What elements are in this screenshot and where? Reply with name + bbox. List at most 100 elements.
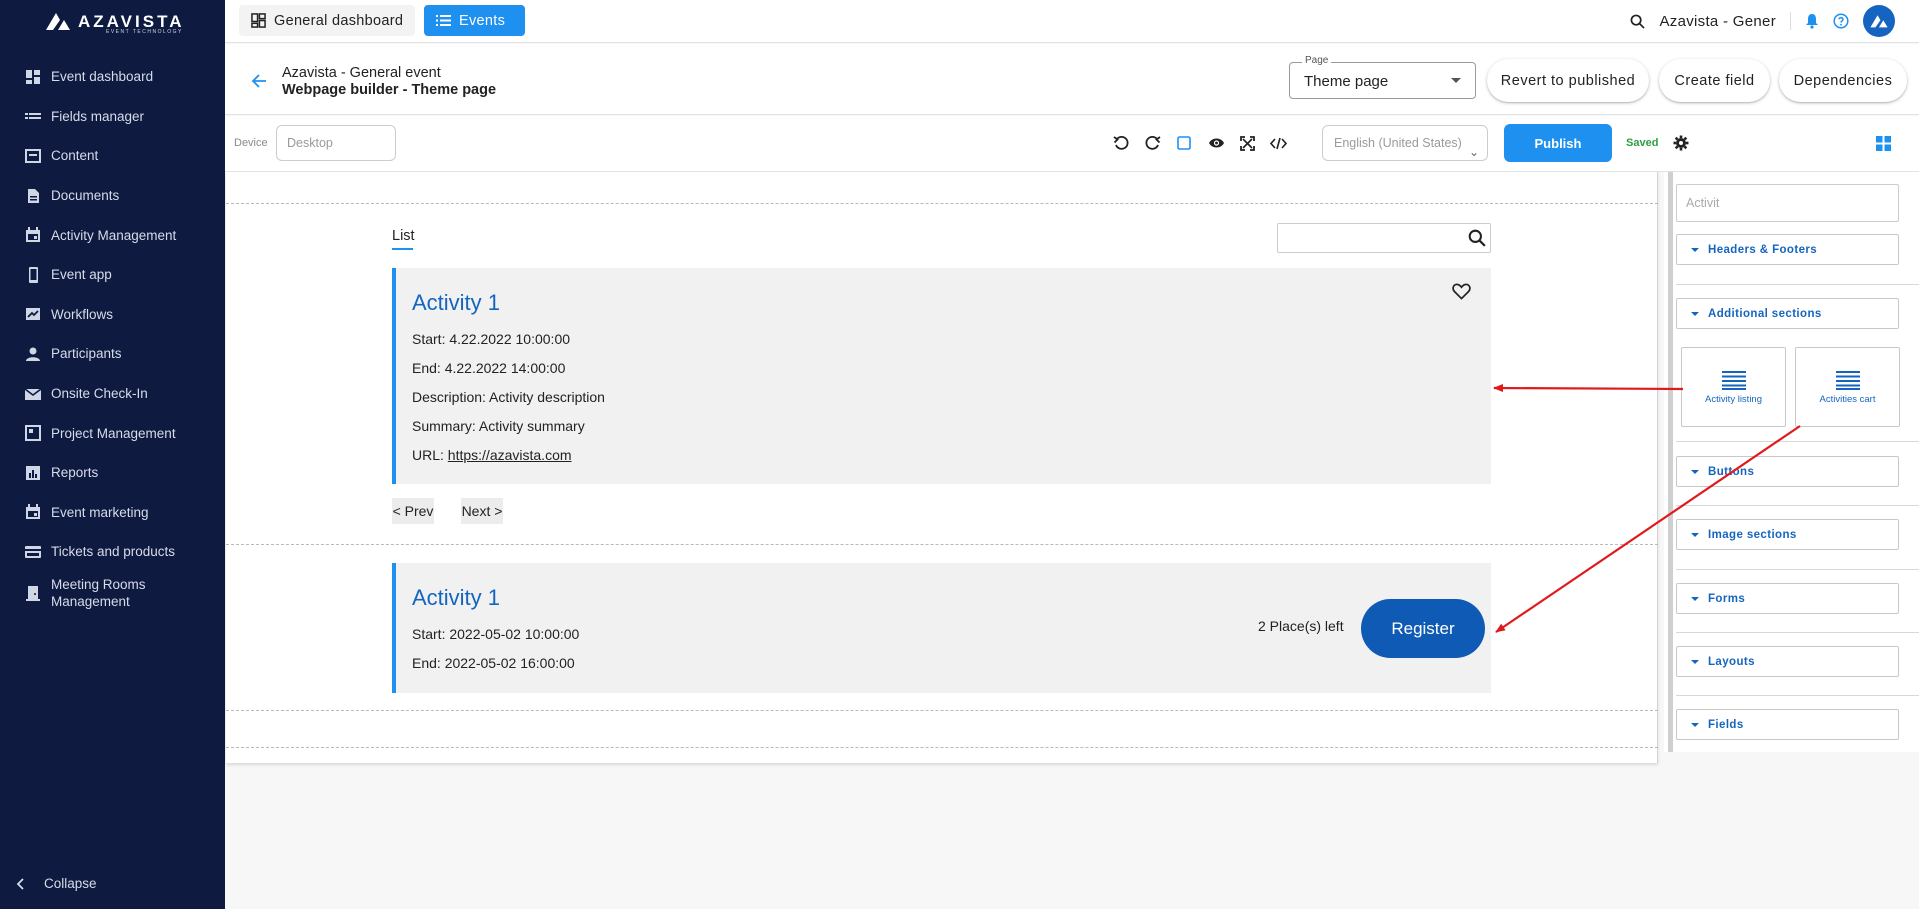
- blocks-grid-icon[interactable]: [1873, 133, 1893, 153]
- publish-button[interactable]: Publish: [1504, 124, 1612, 162]
- sidebar-item-label: Fields manager: [51, 108, 145, 124]
- divider: [1676, 695, 1919, 696]
- prev-page-button[interactable]: < Prev: [392, 498, 434, 524]
- bell-icon[interactable]: [1805, 13, 1819, 29]
- sidebar-item-meeting-rooms-management[interactable]: Meeting Rooms Management: [0, 572, 225, 614]
- outline-toggle-icon[interactable]: [1174, 133, 1194, 153]
- sidebar-item-label: Participants: [51, 346, 122, 362]
- caret-down-icon: [1691, 247, 1699, 252]
- list-icon: [436, 15, 451, 26]
- preview-eye-icon[interactable]: [1206, 133, 1226, 153]
- chevron-left-icon: [16, 877, 24, 890]
- page-select[interactable]: Page Theme page: [1289, 55, 1476, 99]
- reports-icon: [24, 464, 41, 481]
- device-label: Device: [234, 137, 268, 149]
- tab-list[interactable]: List: [392, 228, 415, 244]
- section-buttons[interactable]: Buttons: [1676, 456, 1899, 487]
- block-activity-listing[interactable]: Activity listing: [1681, 347, 1786, 427]
- collapse-button[interactable]: Collapse: [16, 876, 97, 891]
- divider: [1676, 284, 1919, 285]
- calendar-icon: [24, 227, 41, 244]
- room-icon: [24, 584, 41, 601]
- code-icon[interactable]: [1268, 133, 1288, 153]
- undo-icon[interactable]: [1111, 133, 1131, 153]
- save-status: Saved: [1626, 137, 1659, 149]
- activity-url-link[interactable]: https://azavista.com: [448, 447, 572, 463]
- event-title: Azavista - General event: [282, 65, 441, 81]
- azavista-logo-icon: [1870, 15, 1888, 28]
- create-field-button[interactable]: Create field: [1659, 59, 1770, 102]
- events-button[interactable]: Events: [424, 5, 525, 36]
- device-select[interactable]: Desktop: [276, 125, 396, 161]
- section-forms[interactable]: Forms: [1676, 583, 1899, 614]
- fullscreen-icon[interactable]: [1237, 133, 1257, 153]
- sidebar-item-label: Content: [51, 148, 99, 164]
- heart-icon[interactable]: [1452, 283, 1471, 300]
- sidebar-item-event-dashboard[interactable]: Event dashboard: [0, 57, 225, 97]
- caret-down-icon: [1691, 532, 1699, 537]
- sidebar-item-participants[interactable]: Participants: [0, 334, 225, 374]
- brand-tagline: EVENT TECHNOLOGY: [106, 29, 183, 35]
- avatar[interactable]: [1863, 5, 1895, 37]
- revert-to-published-button[interactable]: Revert to published: [1487, 59, 1649, 102]
- blocks-filter-input[interactable]: Activit: [1676, 184, 1899, 222]
- sidebar-item-label: Event marketing: [51, 504, 149, 520]
- section-divider: [226, 710, 1658, 711]
- next-page-button[interactable]: Next >: [461, 498, 503, 524]
- page-header: Azavista - General event Webpage builder…: [225, 44, 1919, 115]
- sidebar-item-tickets-and-products[interactable]: Tickets and products: [0, 532, 225, 572]
- section-fields[interactable]: Fields: [1676, 709, 1899, 740]
- collapse-label: Collapse: [44, 876, 97, 891]
- sidebar-item-label: Meeting Rooms Management: [51, 576, 146, 609]
- activity-title: Activity 1: [412, 290, 501, 315]
- sidebar-item-project-management[interactable]: Project Management: [0, 413, 225, 453]
- section-divider: [226, 747, 1658, 748]
- sidebar-item-workflows[interactable]: Workflows: [0, 295, 225, 335]
- caret-down-icon: [1691, 469, 1699, 474]
- top-bar: General dashboard Events Azavista - Gene…: [225, 0, 1919, 43]
- general-dashboard-button[interactable]: General dashboard: [239, 5, 416, 36]
- person-icon: [24, 345, 41, 362]
- arrow-back-icon[interactable]: [251, 73, 267, 89]
- section-divider: [226, 203, 1658, 204]
- redo-icon[interactable]: [1143, 133, 1163, 153]
- organization-name[interactable]: Azavista - Gener: [1659, 13, 1776, 30]
- section-headers-footers[interactable]: Headers & Footers: [1676, 234, 1899, 265]
- brand-logo[interactable]: AZAVISTA EVENT TECHNOLOGY: [44, 8, 204, 35]
- dependencies-button[interactable]: Dependencies: [1779, 59, 1907, 102]
- places-left: 2 Place(s) left: [1258, 618, 1344, 634]
- block-activities-cart[interactable]: Activities cart: [1795, 347, 1900, 427]
- sidebar-item-label: Event app: [51, 267, 112, 283]
- activity-search-input[interactable]: [1277, 223, 1491, 253]
- search-icon[interactable]: [1468, 229, 1486, 247]
- section-divider: [226, 544, 1658, 545]
- help-icon[interactable]: [1833, 13, 1849, 29]
- general-dashboard-label: General dashboard: [274, 12, 404, 29]
- page-select-value: Theme page: [1304, 73, 1389, 90]
- top-bar-right: Azavista - Gener: [1630, 5, 1895, 37]
- section-image-sections[interactable]: Image sections: [1676, 519, 1899, 550]
- sidebar-item-onsite-check-in[interactable]: Onsite Check-In: [0, 374, 225, 414]
- sidebar-item-documents[interactable]: Documents: [0, 176, 225, 216]
- divider: [1790, 12, 1791, 30]
- language-select[interactable]: English (United States) ⌄: [1322, 125, 1488, 161]
- section-layouts[interactable]: Layouts: [1676, 646, 1899, 677]
- divider: [1676, 632, 1919, 633]
- editor-toolbar: Device Desktop English (United States) ⌄…: [225, 116, 1919, 172]
- register-button[interactable]: Register: [1361, 599, 1485, 658]
- sidebar-item-event-marketing[interactable]: Event marketing: [0, 493, 225, 533]
- caret-down-icon: [1691, 596, 1699, 601]
- section-label: Headers & Footers: [1708, 243, 1818, 256]
- sidebar-item-event-app[interactable]: Event app: [0, 255, 225, 295]
- builder-canvas: List Activity 1 Start: 4.22.2022 10:00:0…: [226, 172, 1658, 763]
- sidebar-item-label: Workflows: [51, 306, 114, 322]
- gear-icon[interactable]: [1671, 133, 1691, 153]
- sidebar-item-label: Tickets and products: [51, 544, 176, 560]
- panel-scrollbar[interactable]: [1668, 172, 1673, 752]
- sidebar-item-content[interactable]: Content: [0, 136, 225, 176]
- sidebar-item-reports[interactable]: Reports: [0, 453, 225, 493]
- section-additional-sections[interactable]: Additional sections: [1676, 298, 1899, 329]
- search-icon[interactable]: [1630, 14, 1646, 29]
- sidebar-item-activity-management[interactable]: Activity Management: [0, 215, 225, 255]
- sidebar-item-fields-manager[interactable]: Fields manager: [0, 97, 225, 137]
